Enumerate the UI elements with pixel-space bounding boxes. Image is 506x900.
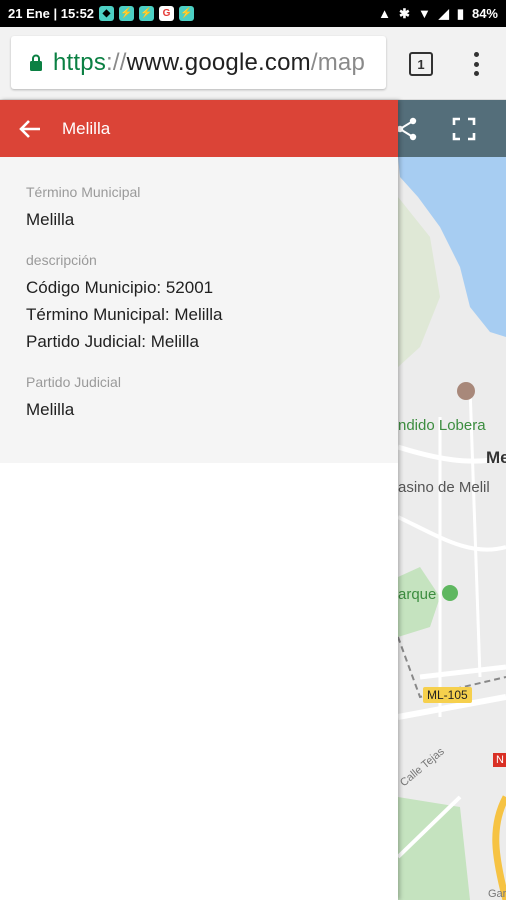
wifi-icon: ▼ xyxy=(417,6,431,21)
lock-icon xyxy=(30,54,42,71)
field-value: Término Municipal: Melilla xyxy=(26,305,223,324)
field-label: descripción xyxy=(26,252,97,268)
status-bar: 21 Ene | 15:52 ◆ ⚡ ⚡ G ⚡ ▲ ✱ ▼ ◢ ▮ 84% xyxy=(0,0,506,27)
shield-icon: ◆ xyxy=(99,6,115,21)
app-icon: ⚡ xyxy=(119,6,135,21)
tab-switcher-button[interactable]: 1 xyxy=(409,52,433,76)
url-bar[interactable]: https://www.google.com/map xyxy=(11,36,386,89)
details-panel: Melilla Término Municipal Melilla descri… xyxy=(0,100,398,900)
back-button[interactable] xyxy=(0,100,60,157)
field-descripcion: descripción Código Municipio: 52001 Térm… xyxy=(26,251,372,355)
status-datetime: 21 Ene | 15:52 xyxy=(8,6,95,21)
status-left: 21 Ene | 15:52 ◆ ⚡ ⚡ G ⚡ xyxy=(8,6,195,21)
menu-dot xyxy=(473,52,479,57)
app-icon: ⚡ xyxy=(139,6,155,21)
map-label-place: asino de Melil xyxy=(398,479,490,496)
field-value: Partido Judicial: Melilla xyxy=(26,332,199,351)
map-label-park: arque xyxy=(398,586,437,603)
location-icon: ▲ xyxy=(378,6,392,21)
battery-percent: 84% xyxy=(471,6,498,21)
museum-icon xyxy=(457,382,475,400)
status-right: ▲ ✱ ▼ ◢ ▮ 84% xyxy=(378,6,498,22)
route-badge: N xyxy=(493,753,506,767)
field-label: Término Municipal xyxy=(26,184,141,200)
browser-toolbar: https://www.google.com/map 1 xyxy=(0,27,506,100)
menu-dot xyxy=(473,61,479,67)
overflow-menu-button[interactable] xyxy=(466,49,486,79)
road-shield: ML-105 xyxy=(423,687,472,703)
panel-title: Melilla xyxy=(62,118,111,138)
signal-icon: ◢ xyxy=(438,5,449,21)
share-icon[interactable] xyxy=(396,117,418,141)
battery-icon: ▮ xyxy=(456,5,464,21)
field-value: Melilla xyxy=(26,400,75,419)
arrow-back-icon xyxy=(19,119,40,138)
google-icon: G xyxy=(159,6,175,21)
menu-dot xyxy=(473,71,479,76)
field-value: Código Municipio: 52001 xyxy=(26,278,214,297)
field-partido-judicial: Partido Judicial Melilla xyxy=(26,373,372,423)
field-value: Melilla xyxy=(26,210,75,229)
panel-body: Término Municipal Melilla descripción Có… xyxy=(0,157,398,463)
field-termino-municipal: Término Municipal Melilla xyxy=(26,183,372,233)
park-icon xyxy=(442,585,458,601)
field-label: Partido Judicial xyxy=(26,374,121,390)
map-label-city: Me xyxy=(486,448,506,467)
map-label-station: Gare Of xyxy=(488,888,506,900)
bluetooth-icon: ✱ xyxy=(399,5,410,21)
fullscreen-icon[interactable] xyxy=(452,117,476,141)
map-label-place: ndido Lobera xyxy=(398,417,486,434)
panel-header: Melilla xyxy=(0,100,398,157)
url-text: https://www.google.com/map xyxy=(53,48,366,76)
app-icon: ⚡ xyxy=(179,6,195,21)
